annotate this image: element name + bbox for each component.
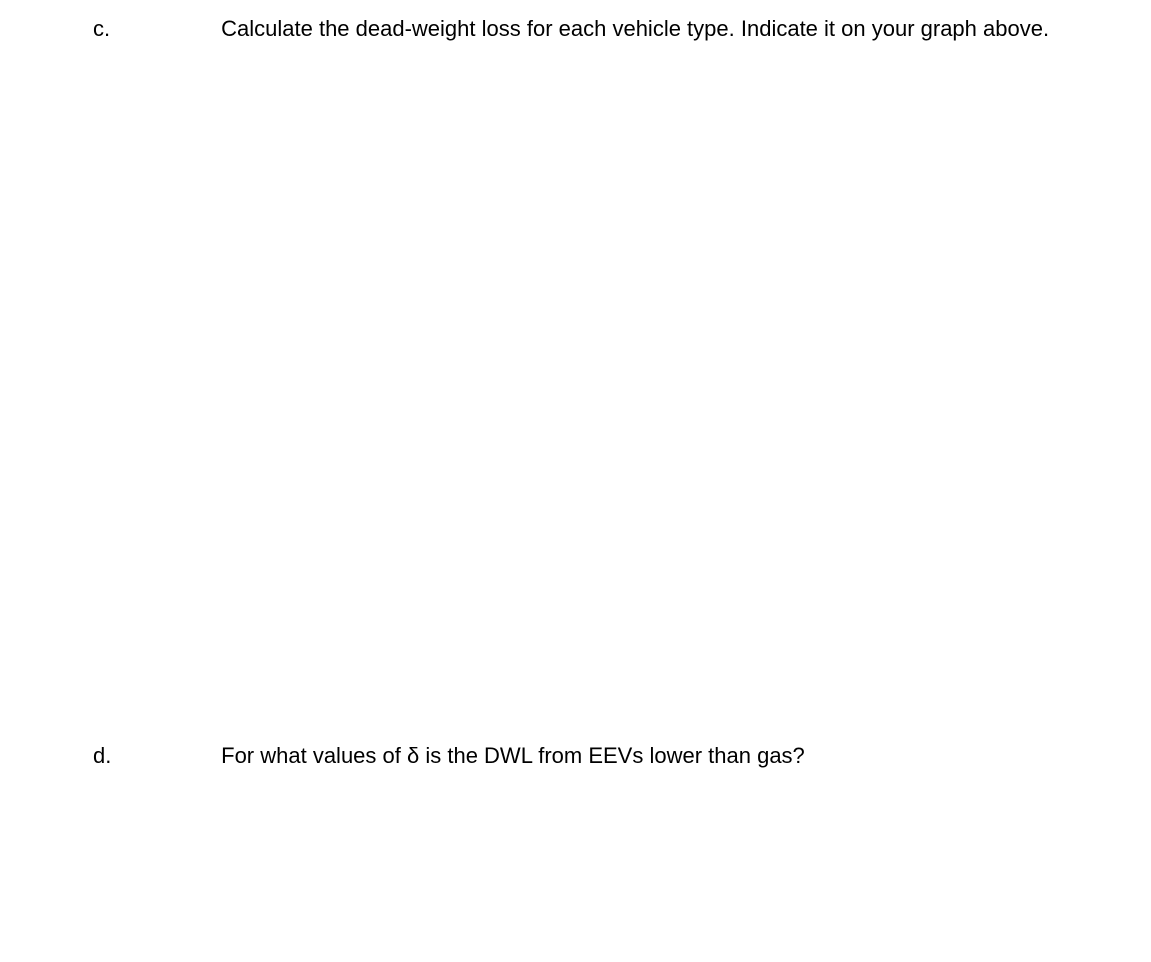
question-d-marker: d. [93,740,131,772]
question-d-text: For what values of δ is the DWL from EEV… [221,743,805,768]
question-c-text: Calculate the dead-weight loss for each … [221,16,1049,41]
redacted-placeholder [131,14,215,36]
question-c-body: Calculate the dead-weight loss for each … [131,13,1073,45]
question-c: c. Calculate the dead-weight loss for ea… [93,13,1073,45]
question-d-body: For what values of δ is the DWL from EEV… [131,740,1073,772]
redacted-placeholder [131,741,215,763]
question-c-marker: c. [93,13,131,45]
question-d: d. For what values of δ is the DWL from … [93,740,1073,772]
